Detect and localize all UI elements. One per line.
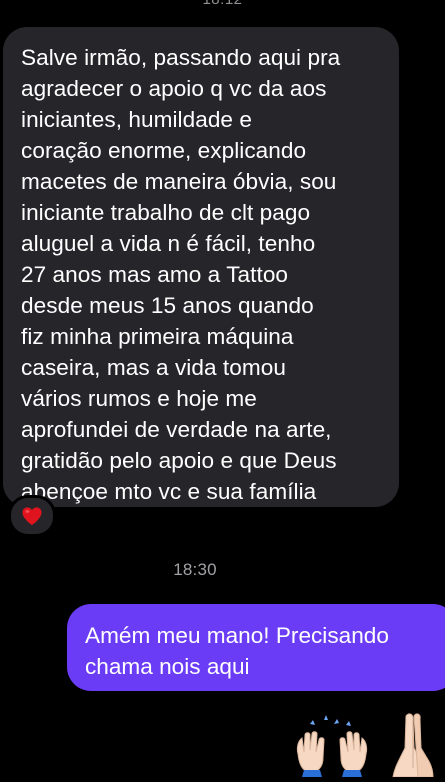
heart-icon <box>22 507 42 526</box>
outgoing-message-text: Amém meu mano! Precisando chama nois aqu… <box>85 623 389 679</box>
status-bar-time: 18:12 <box>0 0 445 8</box>
incoming-message-bubble[interactable]: Salve irmão, passando aqui pra agradecer… <box>3 27 399 507</box>
message-reaction[interactable] <box>8 495 56 537</box>
outgoing-message-bubble[interactable]: Amém meu mano! Precisando chama nois aqu… <box>67 604 445 691</box>
emoji-message[interactable] <box>290 708 445 778</box>
incoming-message-text: Salve irmão, passando aqui pra agradecer… <box>21 45 341 504</box>
message-timestamp: 18:30 <box>173 560 217 579</box>
raising-hands-icon <box>296 715 368 777</box>
praying-hands-icon <box>392 713 434 778</box>
